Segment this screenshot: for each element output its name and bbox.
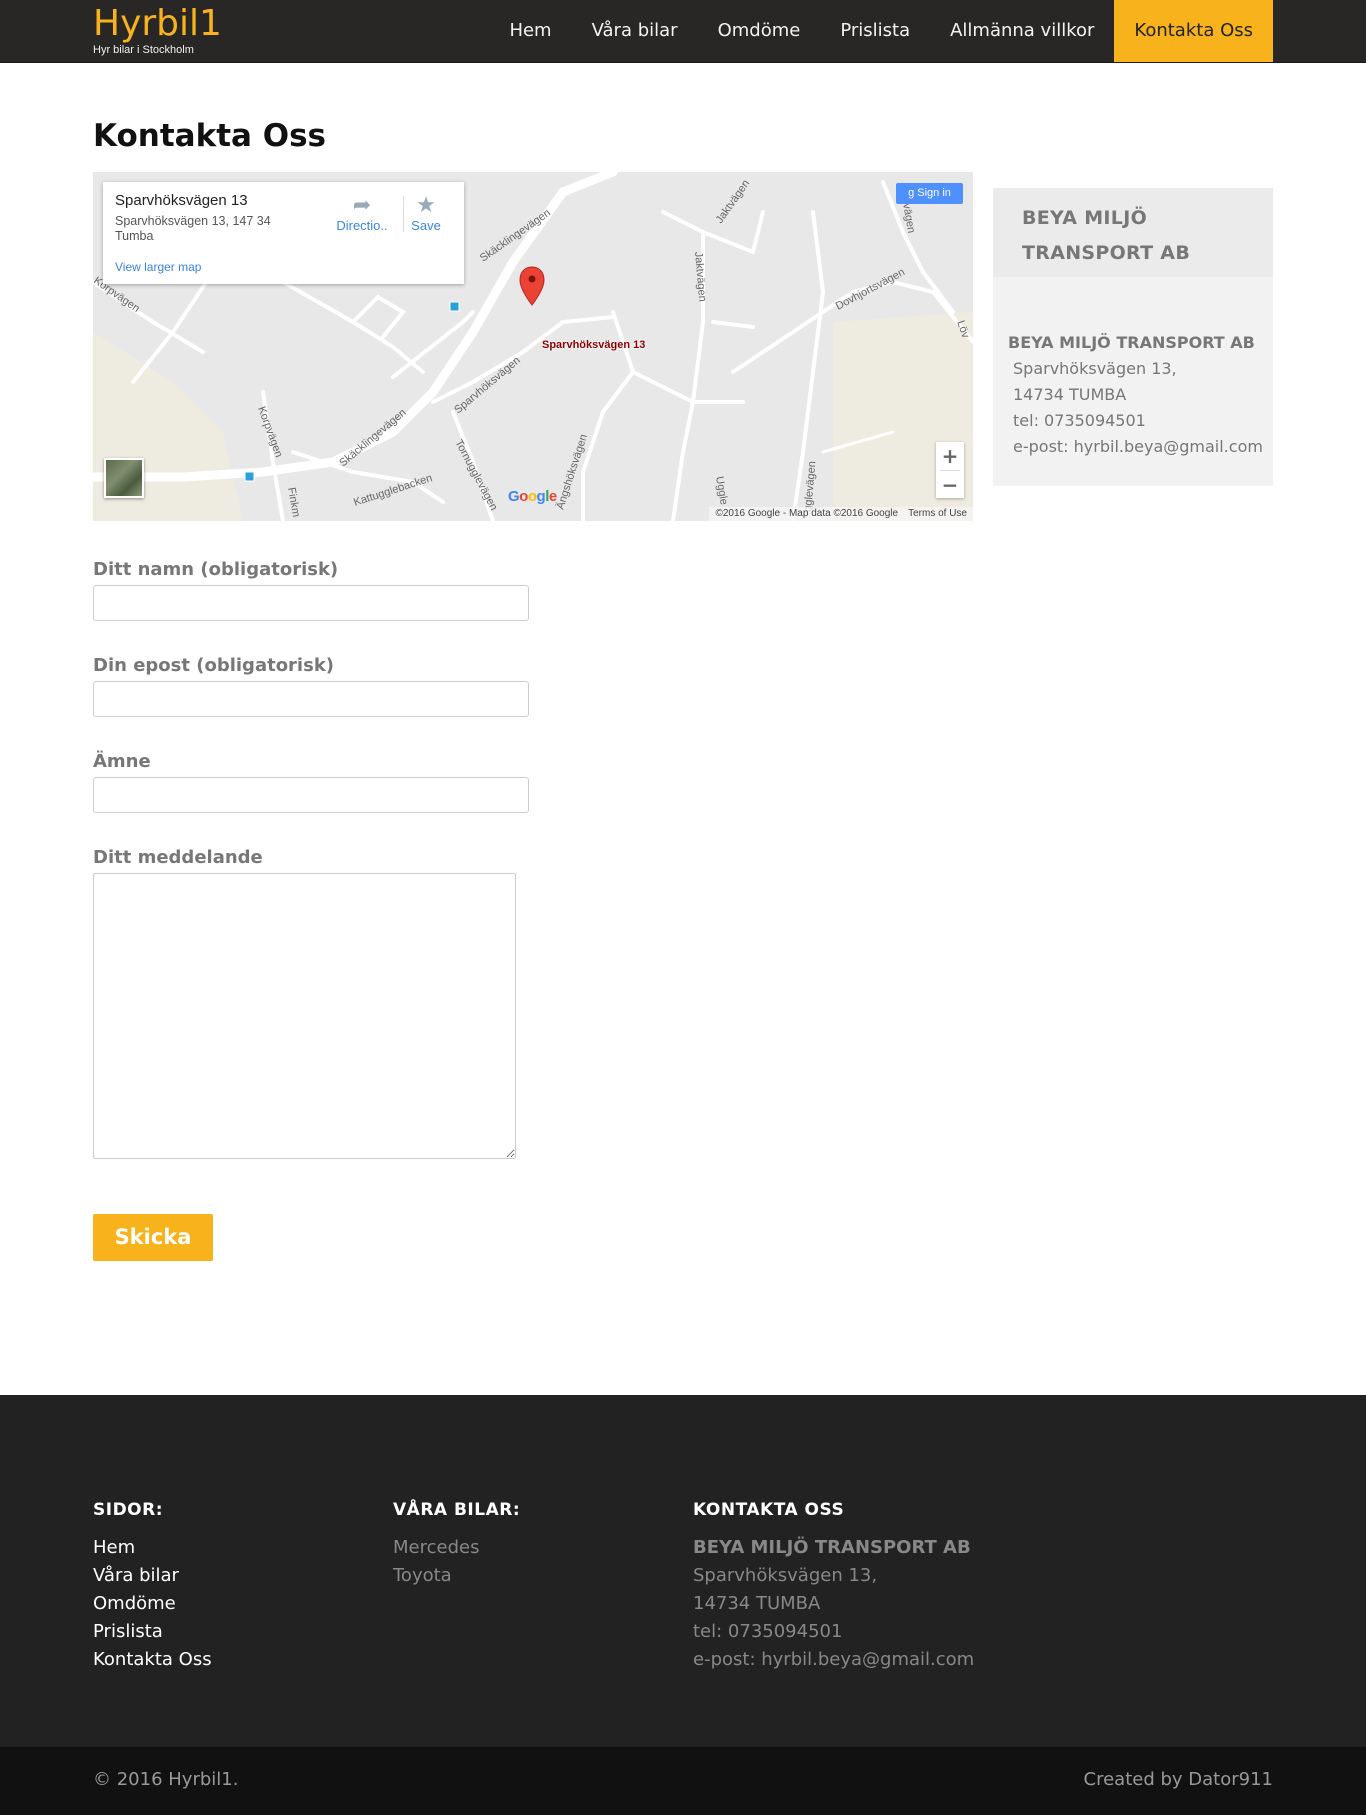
footer-company-name: BEYA MILJÖ TRANSPORT AB: [693, 1537, 971, 1558]
brand-name[interactable]: Hyrbil1: [93, 2, 222, 46]
footer-cars-column: VÅRA BILAR: Mercedes Toyota: [393, 1500, 520, 1590]
credit-text: Created by Dator911: [1083, 1769, 1273, 1790]
directions-button[interactable]: ➦ Directio..: [331, 192, 393, 233]
sidebar-address-postcode: 14734 TUMBA: [1013, 385, 1127, 404]
footer-link-vara-bilar[interactable]: Våra bilar: [93, 1562, 212, 1590]
place-address: Sparvhöksvägen 13, 147 34 Tumba: [115, 214, 271, 243]
contact-sidebar: BEYA MILJÖ TRANSPORT AB BEYA MILJÖ TRANS…: [993, 188, 1273, 486]
subject-label: Ämne: [93, 751, 151, 772]
google-plus-icon: g: [908, 187, 918, 199]
name-field[interactable]: [93, 585, 529, 621]
footer-pages-column: SIDOR: Hem Våra bilar Omdöme Prislista K…: [93, 1500, 212, 1674]
footer-link-hem[interactable]: Hem: [93, 1534, 212, 1562]
footer-address-street: Sparvhöksvägen 13,: [693, 1565, 878, 1586]
view-larger-map-link[interactable]: View larger map: [115, 260, 201, 274]
star-icon: ★: [416, 192, 436, 217]
zoom-out-button[interactable]: −: [936, 471, 964, 499]
directions-icon: ➦: [352, 192, 372, 217]
nav-item-vara-bilar[interactable]: Våra bilar: [572, 0, 698, 62]
subject-field[interactable]: [93, 777, 529, 813]
sidebar-company-name: BEYA MILJÖ TRANSPORT AB: [1008, 333, 1255, 352]
name-label: Ditt namn (obligatorisk): [93, 559, 339, 580]
footer-link-prislista[interactable]: Prislista: [93, 1618, 212, 1646]
map-place-card: Sparvhöksvägen 13 Sparvhöksvägen 13, 147…: [103, 182, 464, 284]
nav-item-allmanna-villkor[interactable]: Allmänna villkor: [930, 0, 1114, 62]
footer-link-omdome[interactable]: Omdöme: [93, 1590, 212, 1618]
site-header: Hyrbil1 Hyr bilar i Stockholm Hem Våra b…: [0, 0, 1366, 63]
footer-phone: tel: 0735094501: [693, 1621, 843, 1642]
sign-in-label: Sign in: [917, 187, 951, 199]
zoom-controls: + −: [936, 442, 964, 498]
bottom-bar: © 2016 Hyrbil1. Created by Dator911: [0, 1747, 1366, 1815]
sidebar-body: BEYA MILJÖ TRANSPORT AB Sparvhöksvägen 1…: [993, 277, 1273, 460]
email-label: Din epost (obligatorisk): [93, 655, 335, 676]
sidebar-address-street: Sparvhöksvägen 13,: [1013, 359, 1177, 378]
footer-contact-title: KONTAKTA OSS: [693, 1500, 845, 1520]
message-label: Ditt meddelande: [93, 847, 263, 868]
main-nav: Hem Våra bilar Omdöme Prislista Allmänna…: [489, 0, 1273, 62]
footer-email: e-post: hyrbil.beya@gmail.com: [693, 1649, 975, 1670]
google-sign-in-button[interactable]: g Sign in: [896, 183, 963, 204]
footer-link-kontakta-oss[interactable]: Kontakta Oss: [93, 1646, 212, 1674]
place-title: Sparvhöksvägen 13: [115, 192, 248, 209]
nav-item-prislista[interactable]: Prislista: [820, 0, 930, 62]
footer-pages-title: SIDOR:: [93, 1500, 164, 1520]
embedded-map[interactable]: Skäcklingevägen Jaktvägen Korpvägen Jakt…: [93, 172, 973, 521]
page-title: Kontakta Oss: [93, 118, 326, 154]
copyright-text: © 2016 Hyrbil1.: [93, 1769, 239, 1790]
sidebar-phone: tel: 0735094501: [1013, 411, 1146, 430]
site-footer: SIDOR: Hem Våra bilar Omdöme Prislista K…: [0, 1395, 1366, 1747]
email-field[interactable]: [93, 681, 529, 717]
save-label: Save: [411, 218, 441, 233]
map-pin-label: Sparvhöksvägen 13: [542, 339, 646, 351]
sidebar-heading: BEYA MILJÖ TRANSPORT AB: [993, 188, 1273, 277]
map-attribution: ©2016 Google - Map data ©2016 Google Term…: [709, 507, 973, 521]
nav-item-kontakta-oss[interactable]: Kontakta Oss: [1114, 0, 1273, 62]
footer-link-mercedes[interactable]: Mercedes: [393, 1534, 520, 1562]
message-textarea[interactable]: [93, 873, 516, 1159]
brand[interactable]: Hyrbil1 Hyr bilar i Stockholm: [93, 2, 222, 56]
map-copyright: ©2016 Google - Map data ©2016 Google: [715, 508, 899, 519]
footer-link-toyota[interactable]: Toyota: [393, 1562, 520, 1590]
save-button[interactable]: ★ Save: [401, 192, 451, 233]
nav-item-omdome[interactable]: Omdöme: [698, 0, 821, 62]
footer-contact-column: KONTAKTA OSS BEYA MILJÖ TRANSPORT AB Spa…: [693, 1500, 974, 1674]
zoom-in-button[interactable]: +: [936, 442, 964, 470]
google-logo: Google: [508, 488, 557, 505]
nav-item-hem[interactable]: Hem: [489, 0, 571, 62]
directions-label: Directio..: [336, 218, 388, 233]
sidebar-email: e-post: hyrbil.beya@gmail.com: [1013, 437, 1263, 456]
satellite-toggle-thumbnail[interactable]: [104, 458, 144, 498]
terms-of-use-link[interactable]: Terms of Use: [908, 508, 967, 519]
submit-button[interactable]: Skicka: [93, 1214, 213, 1261]
footer-address-postcode: 14734 TUMBA: [693, 1593, 821, 1614]
footer-cars-title: VÅRA BILAR:: [393, 1500, 521, 1520]
